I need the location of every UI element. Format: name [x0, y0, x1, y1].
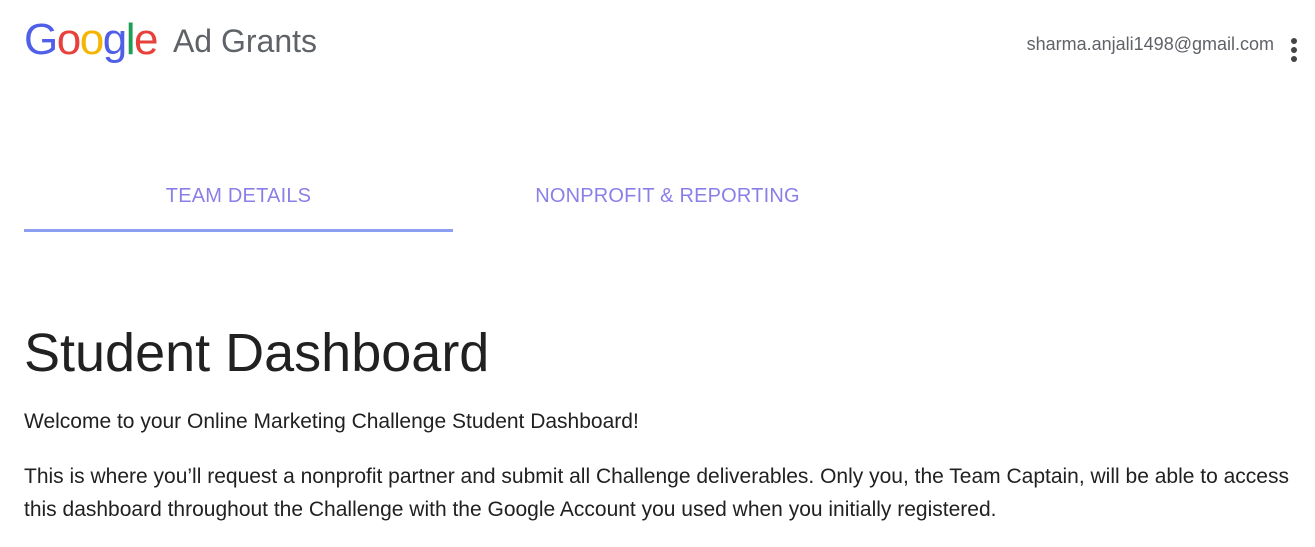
- google-ad-grants-logo[interactable]: G o o g l e Ad Grants: [24, 12, 317, 68]
- welcome-text: Welcome to your Online Marketing Challen…: [24, 410, 639, 433]
- tab-bar: TEAM DETAILS NONPROFIT & REPORTING: [24, 160, 884, 232]
- logo-letter: o: [79, 15, 104, 64]
- logo-letter: g: [102, 15, 127, 64]
- app-header: G o o g l e Ad Grants sharma.anjali1498@…: [0, 0, 1315, 80]
- logo-letter: G: [24, 15, 58, 64]
- menu-dot: [1291, 38, 1297, 44]
- tab-label: NONPROFIT & REPORTING: [535, 184, 800, 207]
- tab-team-details[interactable]: TEAM DETAILS: [24, 160, 453, 232]
- tab-label: TEAM DETAILS: [165, 184, 312, 207]
- menu-dot: [1291, 47, 1297, 53]
- main-content: Student Dashboard Welcome to your Online…: [24, 320, 1304, 526]
- more-vert-icon[interactable]: [1287, 38, 1301, 68]
- product-name: Ad Grants: [172, 23, 318, 59]
- logo-letter: e: [133, 15, 158, 64]
- page-title: Student Dashboard: [24, 323, 490, 383]
- intro-text: This is where you’ll request a nonprofit…: [24, 465, 1289, 521]
- logo-letter: l: [125, 15, 136, 64]
- logo-letter: o: [56, 15, 81, 64]
- account-email[interactable]: sharma.anjali1498@gmail.com: [1027, 34, 1274, 55]
- tab-nonprofit-reporting[interactable]: NONPROFIT & REPORTING: [453, 160, 882, 232]
- menu-dot: [1291, 56, 1297, 62]
- google-logo: G o o g l e: [24, 12, 158, 68]
